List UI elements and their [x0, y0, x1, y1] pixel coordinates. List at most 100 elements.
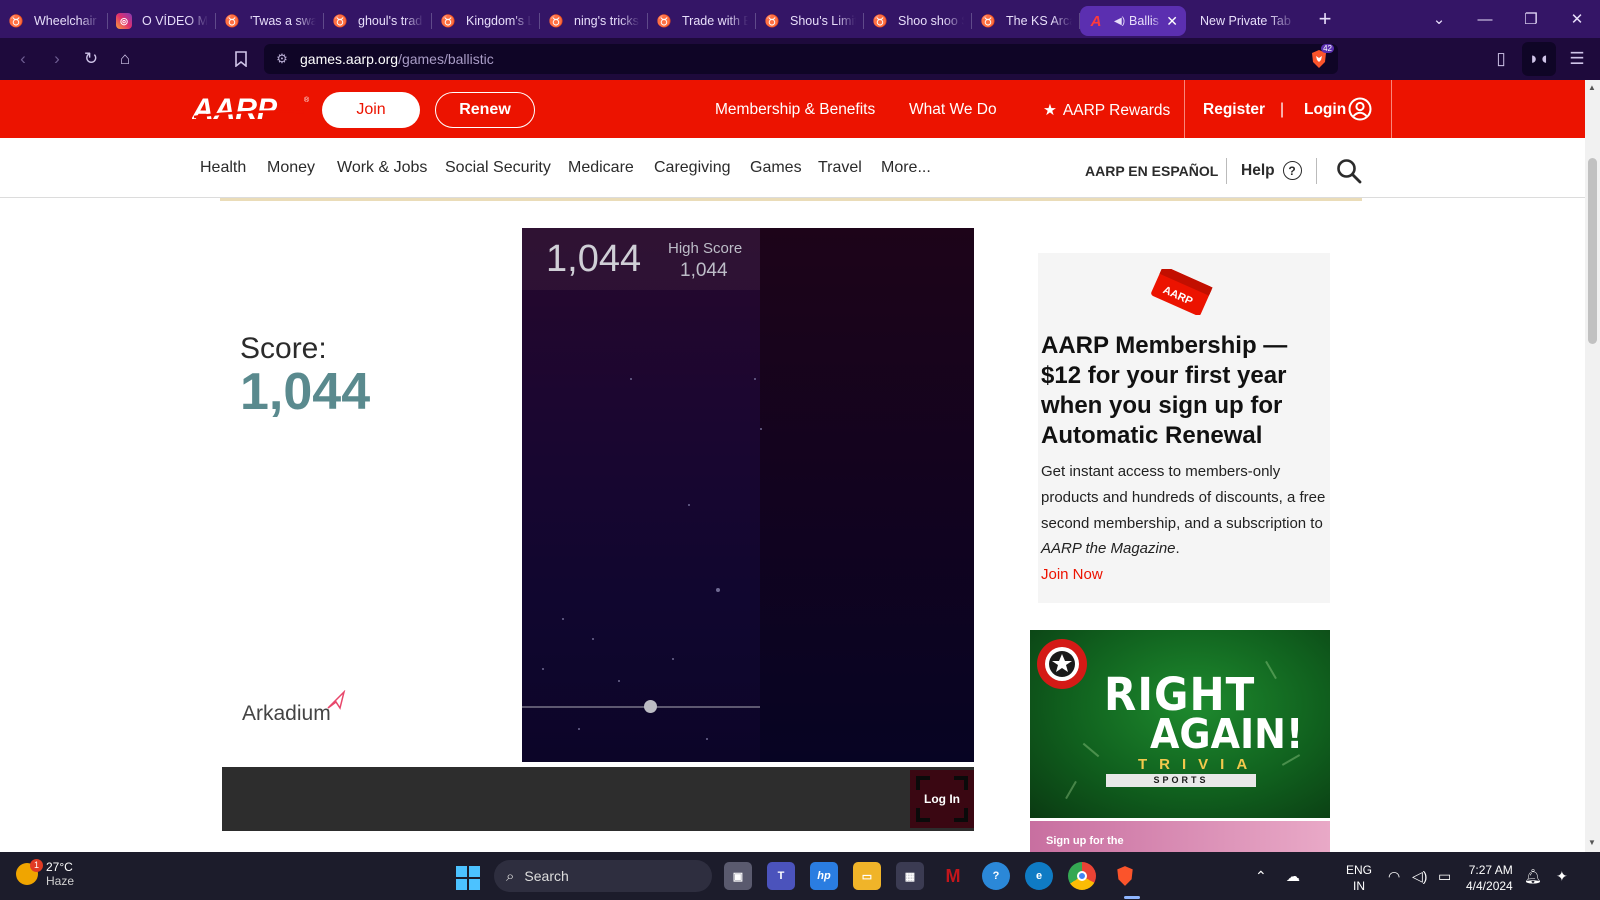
scroll-up-icon[interactable]: ▲ — [1588, 83, 1596, 92]
wifi-icon[interactable]: ◠ — [1388, 868, 1400, 885]
rewards-link[interactable]: ★ AARP Rewards — [1043, 101, 1170, 120]
browser-tab[interactable]: ♉ Shoo shoo S — [864, 6, 972, 36]
reload-button[interactable]: ↻ — [74, 42, 108, 76]
home-button[interactable]: ⌂ — [108, 42, 142, 76]
brave-icon[interactable] — [1111, 862, 1139, 890]
browser-tab[interactable]: ♉ Kingdom's L — [432, 6, 540, 36]
minimize-button[interactable]: — — [1462, 0, 1508, 38]
restore-button[interactable]: ❐ — [1508, 0, 1554, 38]
speaker-icon[interactable]: ◀︎) — [1114, 16, 1125, 27]
page-scrollbar[interactable]: ▲ ▼ — [1585, 80, 1600, 852]
renew-button[interactable]: Renew — [435, 92, 535, 128]
browser-tab[interactable]: New Private Tab — [1186, 6, 1306, 36]
page-viewport: AARP ® Join Renew Membership & Benefits … — [0, 80, 1585, 852]
search-icon: ⌕ — [506, 867, 515, 885]
game-login-button[interactable]: Log In — [910, 770, 974, 828]
divider — [1226, 158, 1227, 184]
help-link[interactable]: Help? — [1241, 161, 1302, 180]
sidebar-icon[interactable]: ▯ — [1484, 42, 1518, 76]
what-we-do-link[interactable]: What We Do — [909, 101, 997, 119]
language-indicator[interactable]: ENG IN — [1346, 862, 1372, 894]
trivia-line-4: SPORTS — [1106, 774, 1256, 787]
chevron-up-icon[interactable]: ⌃ — [1255, 868, 1267, 885]
login-link[interactable]: Login — [1304, 101, 1346, 119]
bookmark-icon[interactable] — [224, 42, 258, 76]
nav-caregiving[interactable]: Caregiving — [654, 159, 730, 177]
battery-icon[interactable]: ▭ — [1438, 868, 1451, 885]
promo-body-end: . — [1175, 540, 1180, 558]
weather-widget[interactable]: 1 27°C Haze — [16, 859, 74, 888]
chevron-down-icon[interactable]: ⌄ — [1416, 0, 1462, 38]
scroll-down-icon[interactable]: ▼ — [1588, 838, 1596, 847]
ghoul-icon: ♉ — [764, 14, 780, 28]
help-icon: ? — [1282, 161, 1302, 180]
tab-title: New Private Tab — [1200, 14, 1291, 28]
taskbar-search[interactable]: ⌕ Search — [494, 860, 712, 892]
edge-icon[interactable]: e — [1025, 862, 1053, 890]
browser-tab[interactable]: ♉ 'Twas a swap — [216, 6, 324, 36]
browser-tab-active[interactable]: A ◀︎) Ballis ✕ — [1080, 6, 1186, 36]
vpn-glasses-icon[interactable]: ◗◖ — [1522, 42, 1556, 76]
game-login-label: Log In — [924, 792, 960, 806]
user-icon[interactable] — [1348, 97, 1372, 121]
nav-games[interactable]: Games — [750, 159, 802, 177]
file-explorer-icon[interactable]: ▭ — [853, 862, 881, 890]
address-bar[interactable]: ⚙ games.aarp.org/games/ballistic 42 — [264, 44, 1338, 74]
game-canvas[interactable]: 1,044 High Score 1,044 — [522, 228, 974, 762]
close-window-button[interactable]: ✕ — [1554, 0, 1600, 38]
membership-benefits-link[interactable]: Membership & Benefits — [715, 101, 875, 119]
register-link[interactable]: Register — [1203, 101, 1265, 119]
chrome-icon[interactable] — [1068, 862, 1096, 890]
nav-medicare[interactable]: Medicare — [568, 159, 634, 177]
back-button[interactable]: ‹ — [6, 42, 40, 76]
browser-tab[interactable]: ♉ Shou's Limit — [756, 6, 864, 36]
nav-social-security[interactable]: Social Security — [445, 159, 551, 177]
forward-button[interactable]: › — [40, 42, 74, 76]
search-icon[interactable] — [1336, 158, 1362, 184]
task-view-icon[interactable]: ▣ — [724, 862, 752, 890]
browser-tab[interactable]: ♉ Trade with B — [648, 6, 756, 36]
star-particle — [688, 504, 690, 506]
region-code: IN — [1353, 879, 1365, 893]
join-button[interactable]: Join — [322, 92, 420, 128]
svg-text:AARP: AARP — [192, 93, 278, 126]
game-bottom-bar — [222, 767, 974, 831]
browser-tab[interactable]: ♉ ghoul's trad — [324, 6, 432, 36]
teams-icon[interactable]: T — [767, 862, 795, 890]
volume-icon[interactable]: ◁) — [1412, 868, 1427, 885]
browser-tab[interactable]: ♉ The KS Arca — [972, 6, 1080, 36]
site-settings-icon[interactable]: ⚙ — [264, 51, 300, 67]
espanol-link[interactable]: AARP EN ESPAÑOL — [1085, 163, 1218, 179]
nav-travel[interactable]: Travel — [818, 159, 862, 177]
browser-tab[interactable]: ♉ Wheelchair c — [0, 6, 108, 36]
nav-money[interactable]: Money — [267, 159, 315, 177]
tab-title: ning's tricks — [574, 14, 639, 28]
notification-bell-icon[interactable]: 🔔︎ — [1524, 868, 1542, 885]
aarp-logo[interactable]: AARP ® — [192, 92, 312, 126]
nav-work-jobs[interactable]: Work & Jobs — [337, 159, 427, 177]
trivia-ad[interactable]: RIGHT AGAIN! TRIVIA SPORTS — [1030, 630, 1330, 818]
new-tab-button[interactable]: + — [1310, 4, 1340, 34]
browser-tab[interactable]: ♉ ning's tricks — [540, 6, 648, 36]
alert-banner-edge — [220, 198, 1362, 201]
brave-shield-icon[interactable]: 42 — [1308, 44, 1334, 70]
clock[interactable]: 7:27 AM 4/4/2024 — [1466, 862, 1513, 894]
nav-health[interactable]: Health — [200, 159, 246, 177]
mcafee-icon[interactable]: M — [939, 862, 967, 890]
microsoft-store-icon[interactable]: ▦ — [896, 862, 924, 890]
close-tab-icon[interactable]: ✕ — [1166, 13, 1178, 30]
help-app-icon[interactable]: ? — [982, 862, 1010, 890]
copilot-icon[interactable]: ✦ — [1556, 868, 1568, 885]
scrollbar-thumb[interactable] — [1588, 158, 1597, 344]
signup-ad[interactable]: Sign up for the — [1030, 821, 1330, 852]
magazine-title: AARP the Magazine — [1041, 540, 1176, 558]
nav-more[interactable]: More... — [881, 159, 931, 177]
browser-tab[interactable]: ◎ O VÍDEO MA — [108, 6, 216, 36]
cloud-offline-icon[interactable]: ☁ — [1286, 868, 1300, 885]
star-icon: ★ — [1043, 102, 1057, 119]
menu-icon[interactable]: ☰ — [1560, 42, 1594, 76]
myhp-icon[interactable]: hp — [810, 862, 838, 890]
tab-title: Shou's Limit — [790, 14, 856, 28]
start-button[interactable] — [456, 866, 480, 890]
join-now-link[interactable]: Join Now — [1041, 566, 1103, 583]
